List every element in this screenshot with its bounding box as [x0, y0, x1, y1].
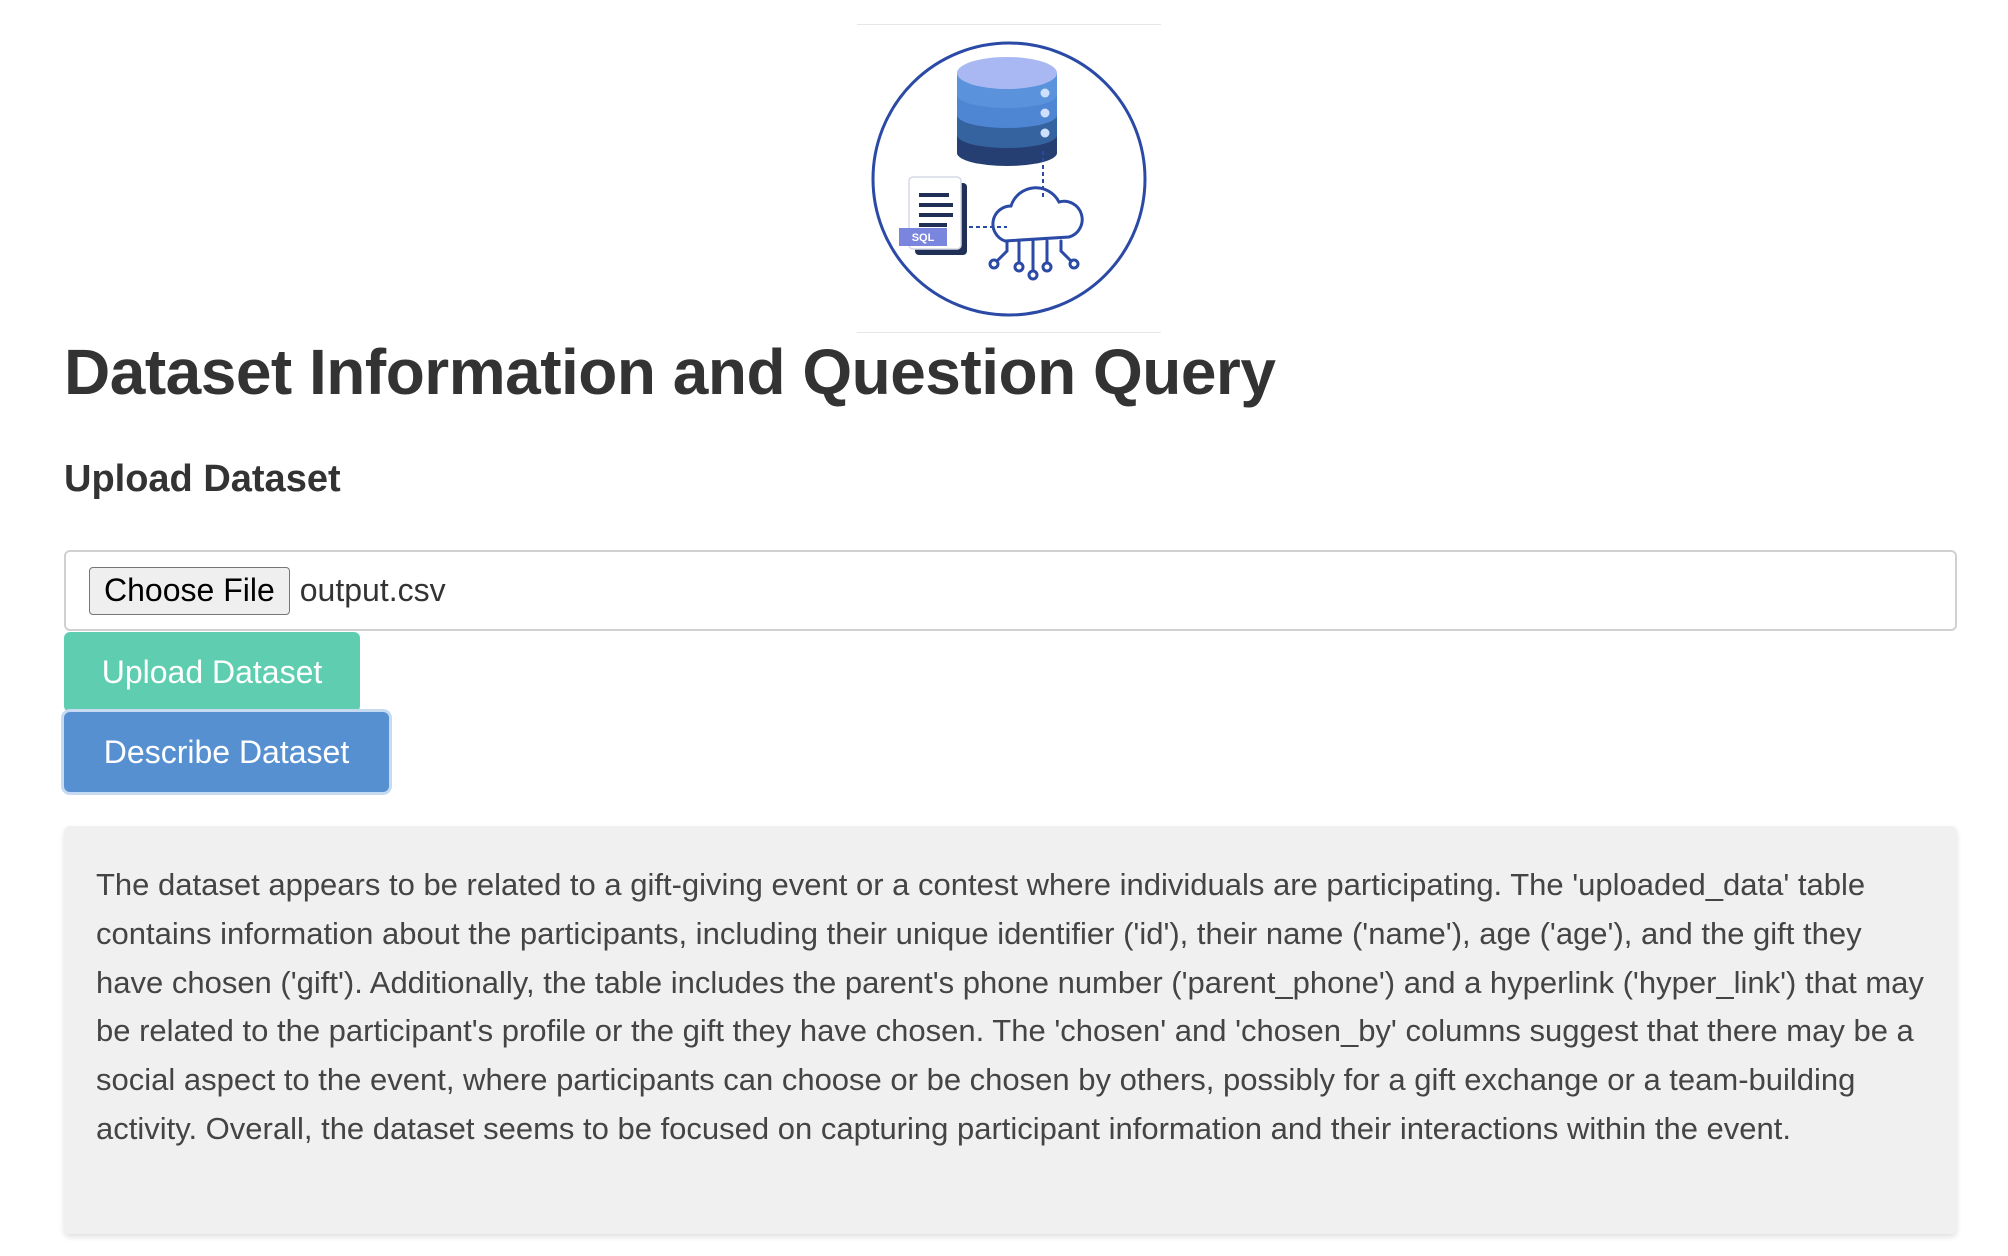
sql-document-icon: SQL	[899, 176, 967, 255]
upload-section-title: Upload Dataset	[64, 458, 341, 500]
upload-dataset-button[interactable]: Upload Dataset	[64, 632, 360, 712]
database-icon	[957, 57, 1057, 166]
describe-dataset-button[interactable]: Describe Dataset	[64, 712, 389, 792]
dataset-description-panel: The dataset appears to be related to a g…	[64, 826, 1957, 1234]
page: SQL Dataset Information and Question Que…	[0, 0, 2008, 1256]
dataset-description-text: The dataset appears to be related to a g…	[96, 867, 1924, 1146]
file-input[interactable]: Choose File output.csv	[64, 550, 1957, 631]
choose-file-button[interactable]: Choose File	[89, 566, 290, 615]
sql-badge-text: SQL	[912, 232, 935, 244]
page-title: Dataset Information and Question Query	[64, 336, 1276, 408]
app-logo: SQL	[857, 24, 1161, 333]
selected-file-name: output.csv	[299, 572, 446, 608]
